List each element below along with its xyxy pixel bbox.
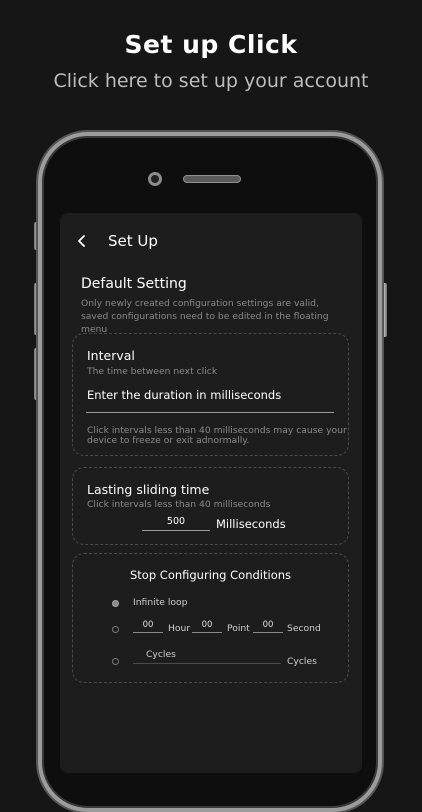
hour-value: 00 (142, 620, 154, 630)
interval-warning-line2: device to freeze or exit adnormally. (87, 435, 250, 446)
second-underline (253, 632, 283, 633)
sliding-time-input[interactable]: 500 (142, 516, 210, 531)
second-label: Second (287, 623, 321, 634)
interval-duration-value: Enter the duration in milliseconds (87, 388, 282, 402)
hero-subtitle: Click here to set up your account (53, 70, 369, 92)
default-setting-title: Default Setting (81, 276, 187, 292)
infinite-loop-label: Infinite loop (133, 597, 188, 608)
hour-label: Hour (168, 623, 191, 634)
sliding-time-unit: Milliseconds (216, 517, 286, 531)
default-setting-note-line1: Only newly created configuration setting… (81, 298, 319, 309)
point-value: 00 (201, 620, 213, 630)
stop-conditions-title: Stop Configuring Conditions (129, 568, 292, 582)
cycles-underline (133, 663, 281, 664)
cycles-radio[interactable] (112, 658, 119, 665)
sliding-time-underline (142, 530, 210, 531)
cycles-placeholder: Cycles (146, 649, 176, 660)
cycles-label: Cycles (287, 656, 317, 667)
interval-input-underline (86, 412, 334, 413)
time-limit-radio[interactable] (112, 626, 119, 633)
sliding-time-title: Lasting sliding time (87, 482, 210, 497)
interval-duration-input[interactable]: Enter the duration in milliseconds (86, 386, 334, 414)
point-input[interactable]: 00 (192, 620, 222, 633)
sliding-time-value: 500 (166, 516, 186, 527)
point-label: Point (227, 623, 250, 634)
sliding-time-card: Lasting sliding time Click intervals les… (72, 467, 349, 545)
interval-warning: Click intervals less than 40 millisecond… (87, 426, 349, 446)
page-title: Set Up (108, 232, 158, 250)
sliding-time-subtitle: Click intervals less than 40 millisecond… (87, 499, 271, 510)
camera-icon (148, 172, 162, 186)
hour-underline (133, 632, 163, 633)
default-setting-note: Only newly created configuration setting… (81, 297, 351, 336)
app-screen: Set Up Default Setting Only newly create… (60, 213, 362, 773)
interval-subtitle: The time between next click (87, 366, 218, 377)
hero-title: Set up Click (124, 30, 298, 59)
back-arrow-icon[interactable] (74, 233, 90, 249)
point-underline (192, 632, 222, 633)
interval-card: Interval The time between next click Ent… (72, 333, 349, 456)
infinite-loop-radio[interactable] (112, 600, 119, 607)
interval-title: Interval (87, 348, 135, 363)
speaker-grille (183, 175, 241, 183)
second-value: 00 (262, 620, 274, 630)
cycles-input[interactable]: Cycles (133, 649, 281, 664)
hour-input[interactable]: 00 (133, 620, 163, 633)
stop-conditions-card: Stop Configuring Conditions Infinite loo… (72, 553, 349, 683)
second-input[interactable]: 00 (253, 620, 283, 633)
